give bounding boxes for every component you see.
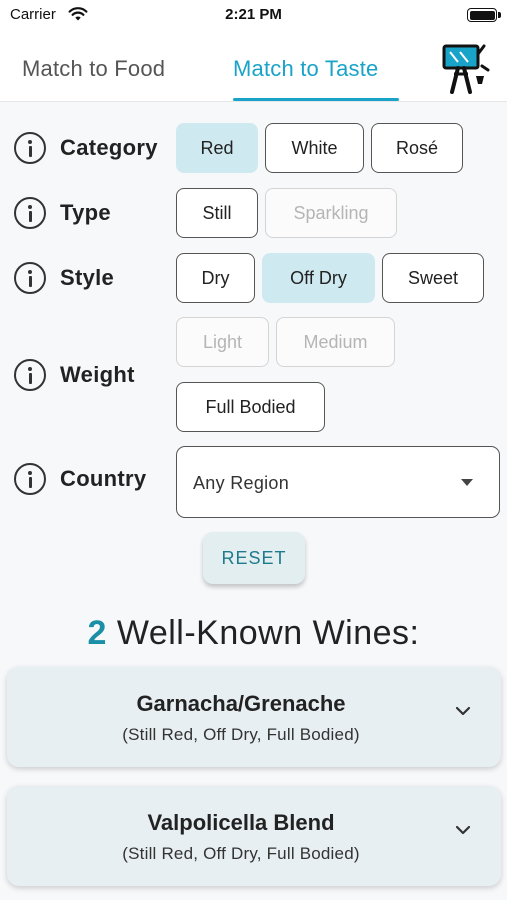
category-label: Category [60,135,158,160]
category-chip-red[interactable]: Red [176,123,258,173]
caret-down-icon [461,479,473,486]
category-row: Category [14,131,158,165]
info-icon[interactable] [14,197,46,229]
wine-card-title: Valpolicella Blend [147,810,335,835]
wine-card-garnacha[interactable]: Garnacha/Grenache (Still Red, Off Dry, F… [7,667,501,767]
type-label: Type [60,200,111,225]
battery-icon [467,8,497,22]
chevron-down-icon [455,706,471,716]
info-icon[interactable] [14,359,46,391]
category-chip-white[interactable]: White [265,123,364,173]
tab-match-to-taste[interactable]: Match to Taste [233,56,378,82]
info-icon[interactable] [14,262,46,294]
style-row: Style [14,261,114,295]
sommelier-logo-icon[interactable] [438,40,490,96]
tab-bar: Match to Food Match to Taste [0,30,507,102]
reset-button[interactable]: RESET [203,532,305,584]
wine-card-details: (Still Red, Off Dry, Full Bodied) [122,844,360,863]
battery-cap [498,12,501,18]
wine-card-title: Garnacha/Grenache [136,691,346,716]
results-count: 2 [87,614,107,652]
country-select-value: Any Region [193,473,290,493]
results-heading: 2 Well-Known Wines: [0,614,507,653]
weight-row: Weight [14,358,135,392]
status-time: 2:21 PM [225,6,282,23]
style-label: Style [60,265,115,290]
weight-label: Weight [60,362,135,387]
weight-chip-medium[interactable]: Medium [276,317,395,367]
country-select[interactable]: Any Region [176,446,500,518]
type-row: Type [14,196,111,230]
weight-chip-light[interactable]: Light [176,317,269,367]
info-icon[interactable] [14,463,46,495]
style-chip-off-dry[interactable]: Off Dry [262,253,375,303]
chevron-down-icon [455,825,471,835]
results-heading-text: Well-Known Wines: [116,614,420,652]
tab-match-to-food[interactable]: Match to Food [22,56,165,82]
wine-card-details: (Still Red, Off Dry, Full Bodied) [122,725,360,744]
type-chip-still[interactable]: Still [176,188,258,238]
type-chip-sparkling[interactable]: Sparkling [265,188,397,238]
wine-card-valpolicella[interactable]: Valpolicella Blend (Still Red, Off Dry, … [7,786,501,886]
active-tab-indicator [233,98,399,101]
category-chip-rose[interactable]: Rosé [371,123,463,173]
status-bar: Carrier 2:21 PM [0,0,507,30]
info-icon[interactable] [14,132,46,164]
country-row: Country [14,462,146,496]
style-chip-sweet[interactable]: Sweet [382,253,484,303]
weight-chip-full-bodied[interactable]: Full Bodied [176,382,325,432]
country-label: Country [60,466,147,491]
style-chip-dry[interactable]: Dry [176,253,255,303]
